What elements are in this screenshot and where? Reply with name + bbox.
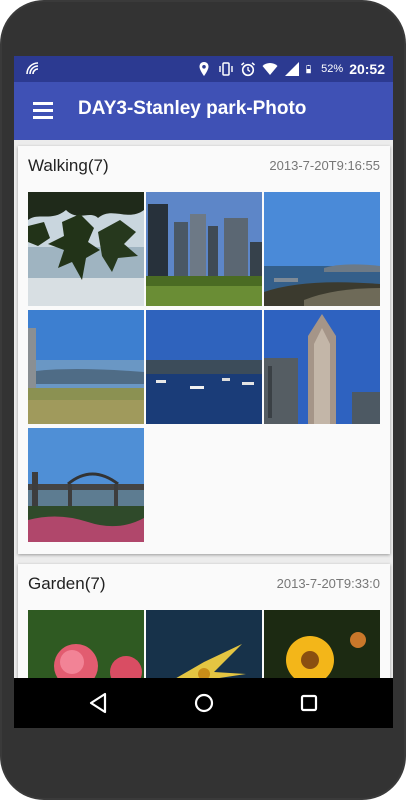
album-card-header: Walking(7) 2013-7-20T9:16:55 — [18, 146, 390, 182]
photo-bridge-over-creek[interactable] — [28, 428, 144, 542]
album-card-header: Garden(7) 2013-7-20T9:33:0 — [18, 564, 390, 600]
photo-sunflower[interactable] — [264, 610, 380, 680]
photo-image — [28, 310, 144, 424]
app-bar: DAY3-Stanley park-Photo — [14, 82, 393, 140]
photo-leaves-over-water[interactable] — [28, 192, 144, 306]
photo-image — [264, 192, 380, 306]
photo-marina-boats[interactable] — [146, 310, 262, 424]
album-title: Walking(7) — [28, 156, 109, 175]
alarm-icon — [241, 62, 256, 77]
recents-icon[interactable] — [294, 688, 324, 718]
photo-image — [264, 610, 380, 680]
screen: 52% 20:52 DAY3-Stanley park-Photo Walkin… — [14, 56, 393, 728]
photo-yellow-lily[interactable] — [146, 610, 262, 680]
photo-pink-rose[interactable] — [28, 610, 144, 680]
battery-icon — [306, 64, 311, 74]
photo-image — [28, 428, 144, 542]
status-bar: 52% 20:52 — [14, 56, 393, 82]
photo-image — [146, 192, 262, 306]
hamburger-menu-icon[interactable] — [30, 100, 56, 122]
back-icon[interactable] — [84, 688, 114, 718]
album-list[interactable]: Walking(7) 2013-7-20T9:16:55 Garden(7) 2… — [14, 140, 393, 680]
album-title: Garden(7) — [28, 574, 106, 593]
nfc-icon — [26, 62, 39, 75]
photo-image — [28, 610, 144, 680]
home-icon[interactable] — [189, 688, 219, 718]
photo-harbor-shoreline[interactable] — [264, 192, 380, 306]
photo-image — [146, 610, 262, 680]
vibrate-icon — [219, 62, 233, 76]
photo-beach-totem-shore[interactable] — [28, 310, 144, 424]
photo-image — [264, 310, 380, 424]
photo-highrise-tower[interactable] — [264, 310, 380, 424]
phone-frame: 52% 20:52 DAY3-Stanley park-Photo Walkin… — [0, 0, 406, 800]
clock: 20:52 — [349, 61, 385, 77]
signal-icon — [285, 62, 300, 76]
battery-percent: 52% — [321, 63, 344, 75]
album-timestamp: 2013-7-20T9:16:55 — [269, 158, 380, 173]
album-card-garden[interactable]: Garden(7) 2013-7-20T9:33:0 — [18, 564, 390, 680]
system-navigation-bar — [14, 678, 393, 728]
page-title: DAY3-Stanley park-Photo — [78, 98, 307, 119]
location-icon — [199, 62, 209, 76]
wifi-icon — [262, 63, 278, 75]
album-timestamp: 2013-7-20T9:33:0 — [276, 576, 380, 591]
album-card-walking[interactable]: Walking(7) 2013-7-20T9:16:55 — [18, 146, 390, 554]
photo-image — [146, 310, 262, 424]
photo-city-towers-park[interactable] — [146, 192, 262, 306]
photo-image — [28, 192, 144, 306]
